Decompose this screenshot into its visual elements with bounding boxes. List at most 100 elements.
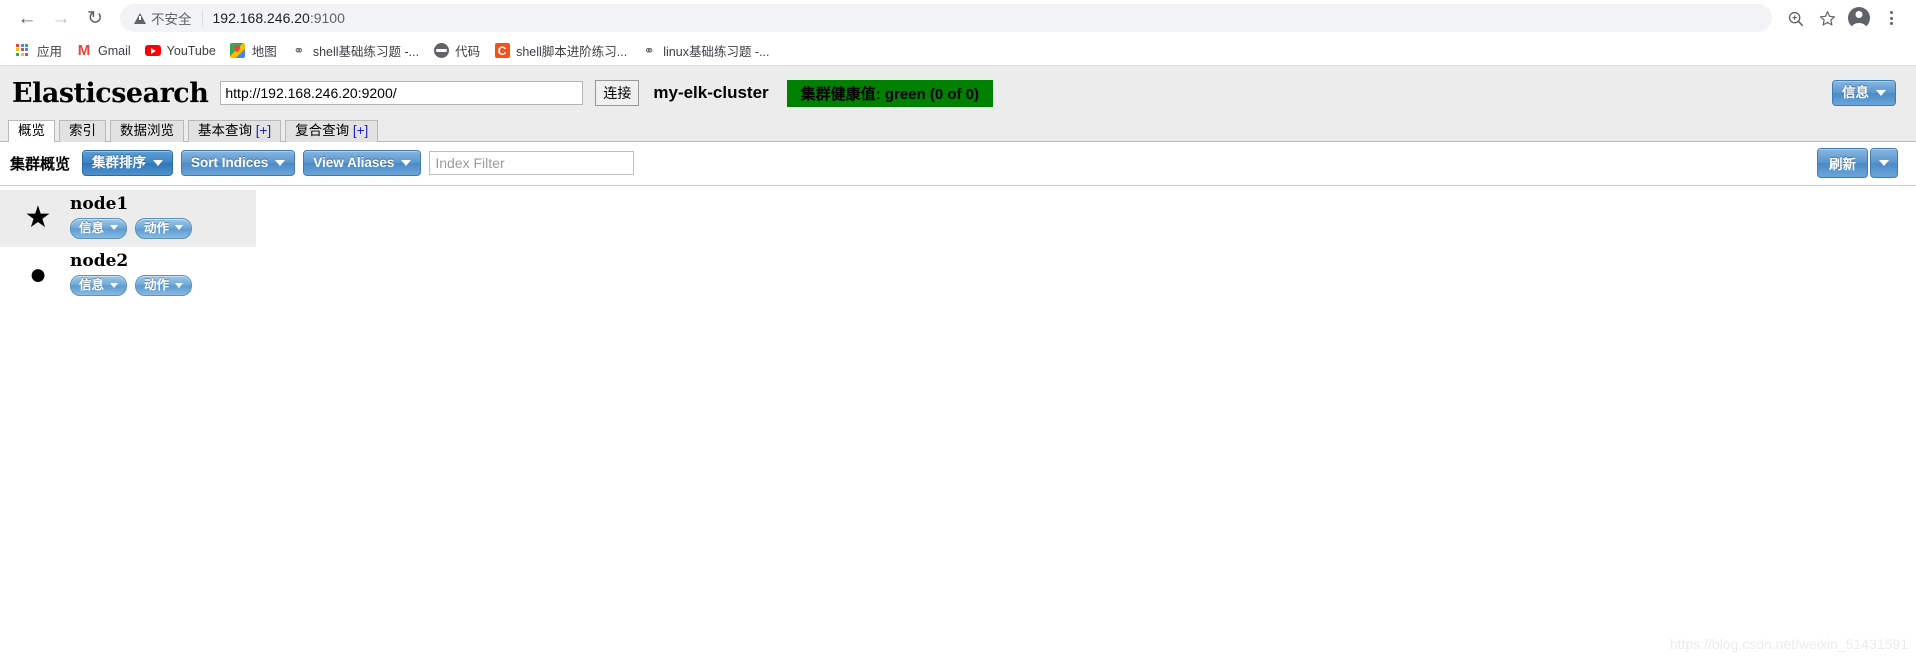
back-button[interactable]: ← xyxy=(10,1,44,35)
connect-button[interactable]: 连接 xyxy=(595,80,640,106)
node-info-button[interactable]: 信息 xyxy=(70,274,128,297)
overview-toolbar-right: 刷新 xyxy=(1817,148,1906,178)
bookmark-label: shell基础练习题 -... xyxy=(312,45,420,59)
bookmark-label: YouTube xyxy=(166,43,216,58)
cluster-url-input[interactable] xyxy=(220,81,584,105)
arrow-left-icon: ← xyxy=(17,7,37,29)
chevron-down-icon xyxy=(1879,160,1889,166)
url-port-text: :9100 xyxy=(309,10,345,26)
sort-indices-label: Sort Indices xyxy=(191,155,269,171)
tab-basic-query[interactable]: 基本查询 [+] xyxy=(188,119,282,142)
tab-plus-badge: [+] xyxy=(352,122,369,138)
omnibox-divider xyxy=(201,10,203,26)
es-header: Elasticsearch 连接 my-elk-cluster 集群健康值: g… xyxy=(0,66,1916,118)
zoom-search-icon[interactable] xyxy=(1780,3,1810,33)
forward-button[interactable]: → xyxy=(44,1,78,35)
arrow-right-icon: → xyxy=(51,7,71,29)
app-logo: Elasticsearch xyxy=(12,77,209,109)
cluster-node-list: ★ node1 信息 动作 ● node2 信息 动作 xyxy=(0,186,1916,305)
chevron-down-icon xyxy=(1876,89,1886,96)
chevron-down-icon xyxy=(175,282,184,288)
tab-indices[interactable]: 索引 xyxy=(59,119,106,142)
cluster-sort-button[interactable]: 集群排序 xyxy=(82,150,174,176)
node-info-block: node2 信息 动作 xyxy=(70,252,193,297)
bookmark-youtube[interactable]: YouTube xyxy=(138,40,223,62)
refresh-dropdown-button[interactable] xyxy=(1870,148,1898,178)
chevron-down-icon xyxy=(175,225,184,231)
chevron-down-icon xyxy=(110,282,119,288)
refresh-split-button: 刷新 xyxy=(1817,148,1898,178)
bookmark-gmail[interactable]: M Gmail xyxy=(69,40,138,62)
browser-chrome: ← → ↻ 不安全 192.168.246.20:9100 应用 M Gmai… xyxy=(0,0,1916,66)
node-actions-label: 动作 xyxy=(144,220,170,235)
google-maps-icon xyxy=(230,43,246,59)
view-aliases-button[interactable]: View Aliases xyxy=(303,150,422,176)
node-info-label: 信息 xyxy=(79,220,105,235)
globe-icon xyxy=(433,43,449,59)
tab-strip: 概览 索引 数据浏览 基本查询 [+] 复合查询 [+] xyxy=(0,118,1916,142)
reload-icon: ↻ xyxy=(87,7,103,29)
three-dot-menu-icon[interactable] xyxy=(1876,3,1906,33)
header-info-button[interactable]: 信息 xyxy=(1832,80,1896,106)
chevron-down-icon xyxy=(275,159,286,166)
bookmark-shell-basics[interactable]: ⚭ shell基础练习题 -... xyxy=(284,38,426,63)
bookmark-code[interactable]: 代码 xyxy=(426,38,487,63)
node-row[interactable]: ● node2 信息 动作 xyxy=(0,247,256,304)
chevron-down-icon xyxy=(110,225,119,231)
bookmark-linux-basics[interactable]: ⚭ linux基础练习题 -... xyxy=(634,38,776,63)
tab-label: 复合查询 xyxy=(295,122,350,138)
overview-title: 集群概览 xyxy=(10,155,71,173)
data-node-circle-icon: ● xyxy=(28,257,48,291)
node-action-buttons: 信息 动作 xyxy=(70,217,193,240)
csdn-icon: C xyxy=(494,43,510,59)
chevron-down-icon xyxy=(401,159,412,166)
youtube-icon xyxy=(144,43,161,59)
avatar xyxy=(1848,7,1870,29)
gmail-icon: M xyxy=(77,42,91,59)
bookmark-maps[interactable]: 地图 xyxy=(223,38,284,63)
security-label: 不安全 xyxy=(151,12,192,27)
node-actions-button[interactable]: 动作 xyxy=(135,274,193,297)
node-actions-button[interactable]: 动作 xyxy=(135,217,193,240)
index-filter-input[interactable] xyxy=(429,151,635,175)
elasticsearch-head-app: Elasticsearch 连接 my-elk-cluster 集群健康值: g… xyxy=(0,66,1916,660)
node-name: node1 xyxy=(70,194,129,214)
browser-toolbar: ← → ↻ 不安全 192.168.246.20:9100 xyxy=(0,0,1916,36)
url-host-text: 192.168.246.20 xyxy=(212,10,310,26)
reload-button[interactable]: ↻ xyxy=(78,1,112,35)
tab-plus-badge: [+] xyxy=(255,122,272,138)
bookmark-label: 应用 xyxy=(37,45,63,59)
node-info-label: 信息 xyxy=(79,277,105,292)
chevron-down-icon xyxy=(153,159,164,166)
bookmark-shell-advanced[interactable]: C shell脚本进阶练习... xyxy=(487,38,634,63)
bookmark-label: Gmail xyxy=(98,43,131,58)
tab-overview[interactable]: 概览 xyxy=(8,119,55,142)
cluster-health-badge: 集群健康值: green (0 of 0) xyxy=(786,79,994,107)
dots xyxy=(1889,11,1893,25)
warning-triangle-icon xyxy=(134,12,146,24)
node-action-buttons: 信息 动作 xyxy=(70,274,193,297)
profile-avatar-icon[interactable] xyxy=(1844,3,1874,33)
bookmark-apps[interactable]: 应用 xyxy=(8,38,69,63)
overview-toolbar: 集群概览 集群排序 Sort Indices View Aliases 刷新 xyxy=(0,142,1916,186)
bookmark-label: shell脚本进阶练习... xyxy=(516,45,628,59)
tab-label: 概览 xyxy=(18,122,45,138)
tab-label: 数据浏览 xyxy=(120,122,174,138)
cluster-sort-label: 集群排序 xyxy=(92,155,147,171)
browser-toolbar-icons xyxy=(1780,3,1906,33)
es-header-right: 信息 xyxy=(1832,80,1904,106)
bookmark-star-icon[interactable] xyxy=(1812,3,1842,33)
refresh-button[interactable]: 刷新 xyxy=(1817,148,1868,178)
tab-composite-query[interactable]: 复合查询 [+] xyxy=(285,119,379,142)
bookmark-label: 代码 xyxy=(455,45,481,59)
node-info-block: node1 信息 动作 xyxy=(70,194,193,240)
tab-data-browser[interactable]: 数据浏览 xyxy=(110,119,184,142)
bookmark-label: linux基础练习题 -... xyxy=(663,45,770,59)
address-bar[interactable]: 不安全 192.168.246.20:9100 xyxy=(120,4,1772,32)
cluster-name-label: my-elk-cluster xyxy=(653,83,769,102)
bookmarks-bar: 应用 M Gmail YouTube 地图 ⚭ shell基础练习题 -... … xyxy=(0,36,1916,66)
sort-indices-button[interactable]: Sort Indices xyxy=(181,150,296,176)
node-row[interactable]: ★ node1 信息 动作 xyxy=(0,190,256,248)
security-warning-chip[interactable]: 不安全 xyxy=(134,8,192,28)
node-info-button[interactable]: 信息 xyxy=(70,217,128,240)
